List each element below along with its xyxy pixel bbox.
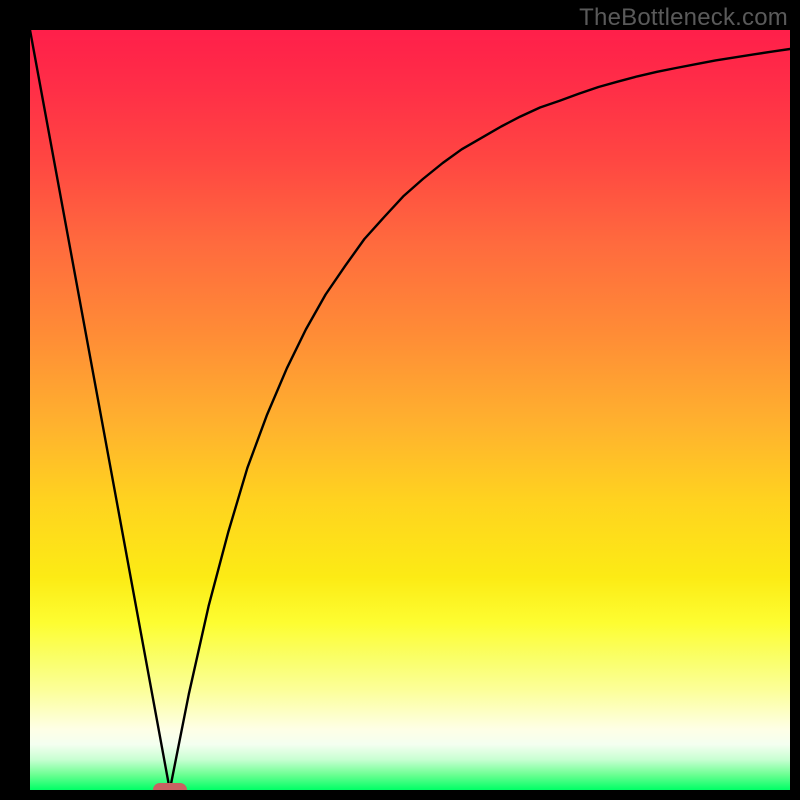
chart-frame: TheBottleneck.com bbox=[0, 0, 800, 800]
watermark-text: TheBottleneck.com bbox=[579, 4, 788, 32]
optimal-marker bbox=[153, 783, 187, 790]
bottleneck-curve bbox=[30, 30, 790, 790]
curve-layer bbox=[30, 30, 790, 790]
plot-area bbox=[30, 30, 790, 790]
